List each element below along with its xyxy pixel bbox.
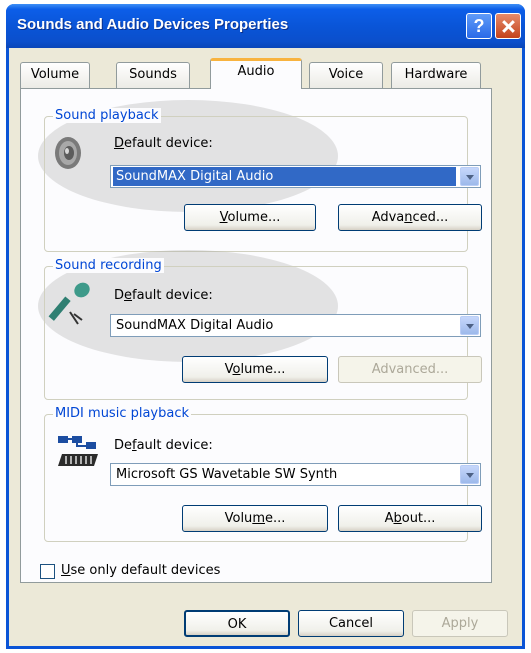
title-bar[interactable]: Sounds and Audio Devices Properties ? [6,4,525,48]
cancel-button[interactable]: Cancel [298,610,404,637]
midi-device-value: Microsoft GS Wavetable SW Synth [116,467,338,482]
midi-device-select[interactable]: Microsoft GS Wavetable SW Synth [110,463,481,486]
sound-playback-legend: Sound playback [53,108,161,123]
playback-device-label: Default device: [114,136,213,151]
playback-advanced-button[interactable]: Advanced... [338,204,482,231]
playback-volume-button[interactable]: Volume... [184,204,316,231]
tab-sounds[interactable]: Sounds [116,62,190,88]
tab-hardware[interactable]: Hardware [391,62,481,88]
use-only-default-devices-label[interactable]: Use only default devices [61,563,220,578]
microphone-icon [48,282,90,325]
dropdown-arrow-icon[interactable] [460,465,479,484]
help-icon[interactable]: ? [466,13,492,39]
tab-audio[interactable]: Audio [210,58,302,89]
midi-about-button[interactable]: About... [338,505,482,532]
midi-device-label: Default device: [114,438,213,453]
speaker-icon [55,137,81,169]
midi-volume-button[interactable]: Volume... [182,505,328,532]
window-title: Sounds and Audio Devices Properties [17,16,289,33]
ok-button[interactable]: OK [184,610,290,637]
midi-playback-legend: MIDI music playback [53,406,192,421]
recording-advanced-button: Advanced... [338,356,482,383]
tab-volume[interactable]: Volume [20,62,90,88]
tab-voice[interactable]: Voice [309,62,383,88]
dropdown-arrow-icon[interactable] [460,167,479,186]
dropdown-arrow-icon[interactable] [460,316,479,335]
apply-button: Apply [412,610,508,637]
recording-device-label: Default device: [114,288,213,303]
midi-keyboard-icon [58,436,98,466]
playback-device-select[interactable]: SoundMAX Digital Audio [110,165,481,188]
recording-device-value: SoundMAX Digital Audio [116,318,274,333]
playback-device-value: SoundMAX Digital Audio [113,167,456,186]
recording-device-select[interactable]: SoundMAX Digital Audio [110,314,481,337]
recording-volume-button[interactable]: Volume... [182,356,328,383]
close-icon[interactable] [495,13,521,39]
sound-recording-legend: Sound recording [53,258,164,273]
use-only-default-devices-checkbox[interactable] [40,564,55,579]
